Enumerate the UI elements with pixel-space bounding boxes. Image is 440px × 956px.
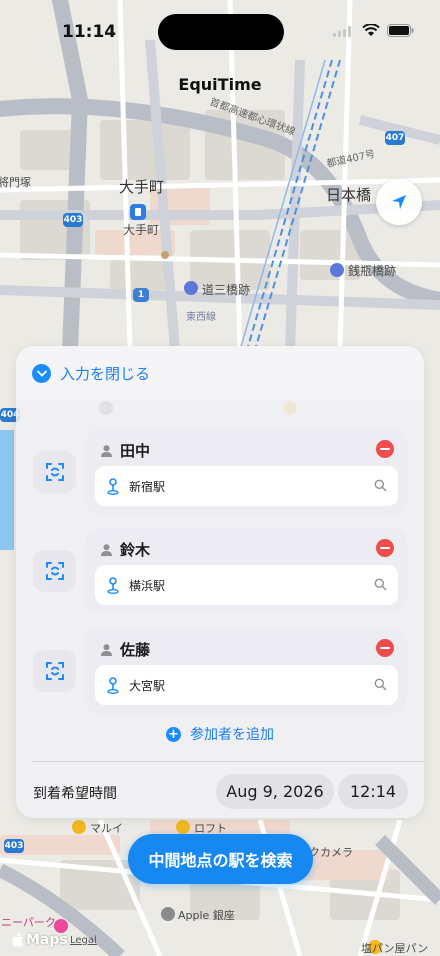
wifi-icon [362,24,380,36]
map-label-otemachi: 大手町 [119,178,165,196]
delete-participant-button[interactable] [376,539,394,557]
scan-station-button-2[interactable] [33,550,76,592]
participant-card-1: 田中 新宿駅 [85,428,407,515]
map-label-shiopan: 塩パン屋パン [361,942,429,955]
station-value: 大宮駅 [129,678,166,693]
scan-station-button-3[interactable] [33,650,76,692]
close-input-label: 入力を閉じる [60,364,151,383]
viewfinder-icon [45,463,64,481]
participant-name: 佐藤 [120,641,151,659]
viewfinder-icon [45,562,64,580]
participant-name-row: 鈴木 [101,539,150,560]
legal-link[interactable]: Legal [70,935,97,946]
arrival-time-picker[interactable]: 12:14 [338,774,408,809]
status-icons [333,24,414,37]
status-time: 11:14 [62,22,117,42]
participant-name-row: 佐藤 [101,639,150,660]
map-label-otemachi-station: 大手町 [123,223,160,237]
add-participant-label: 参加者を追加 [190,727,274,743]
participant-name-row: 田中 [101,440,150,461]
participant-name: 田中 [120,442,151,460]
search-icon [374,578,387,591]
scan-station-button-1[interactable] [33,451,76,493]
pin-icon [107,676,119,694]
maps-brand: Maps [26,932,68,948]
station-field[interactable]: 大宮駅 [95,665,398,705]
delete-participant-button[interactable] [376,639,394,657]
arrival-date-picker[interactable]: Aug 9, 2026 [216,774,334,809]
map-label-park: ニーパーク [1,916,56,929]
arrival-time-label: 到着希望時間 [33,786,117,802]
pin-icon [107,477,119,495]
dynamic-island [158,14,284,50]
current-location-button[interactable] [376,179,422,225]
map-label-nihonbashi: 日本橋 [326,186,372,204]
route-shield-407: 407 [385,131,405,145]
person-icon [101,444,112,457]
station-value: 新宿駅 [129,479,166,494]
app-title: EquiTime [178,75,262,94]
close-input-button[interactable]: 入力を閉じる [16,346,424,400]
divider [32,761,424,762]
station-field[interactable]: 横浜駅 [95,565,398,605]
search-midpoint-button[interactable]: 中間地点の駅を検索 [128,834,313,884]
delete-participant-button[interactable] [376,440,394,458]
plus-circle-icon: + [166,726,181,742]
maps-attribution: Maps [12,932,68,948]
map-label-marui: マルイ [90,822,123,835]
participant-card-3: 佐藤 大宮駅 [85,627,407,714]
map-label-camera: クカメラ [309,846,353,859]
map-label-masakado: 将門塚 [0,176,31,189]
add-participant-button[interactable]: + 参加者を追加 [0,724,440,744]
location-arrow-icon [392,195,406,209]
search-icon [374,678,387,691]
station-field[interactable]: 新宿駅 [95,466,398,506]
apple-logo-icon [12,933,24,947]
pin-icon [107,576,119,594]
viewfinder-icon [45,662,64,680]
map-label-dosanbashi: 道三橋跡 [202,283,251,297]
participant-card-2: 鈴木 横浜駅 [85,527,407,614]
route-shield-1: 1 [133,288,149,302]
person-icon [101,643,112,656]
map-label-tozai: 東西線 [186,312,216,323]
chevron-down-icon [32,363,51,383]
cellular-signal-icon [333,25,351,37]
route-shield-403-lower: 403 [4,839,24,853]
route-shield-403: 403 [63,213,83,227]
map-label-zenibashi: 銭瓶橋跡 [348,264,397,278]
station-value: 横浜駅 [129,578,166,593]
status-bar: 11:14 [0,0,440,60]
battery-icon [387,24,414,37]
participant-name: 鈴木 [120,541,151,559]
search-icon [374,479,387,492]
person-icon [101,543,112,556]
map-label-apple: Apple 銀座 [178,909,235,922]
